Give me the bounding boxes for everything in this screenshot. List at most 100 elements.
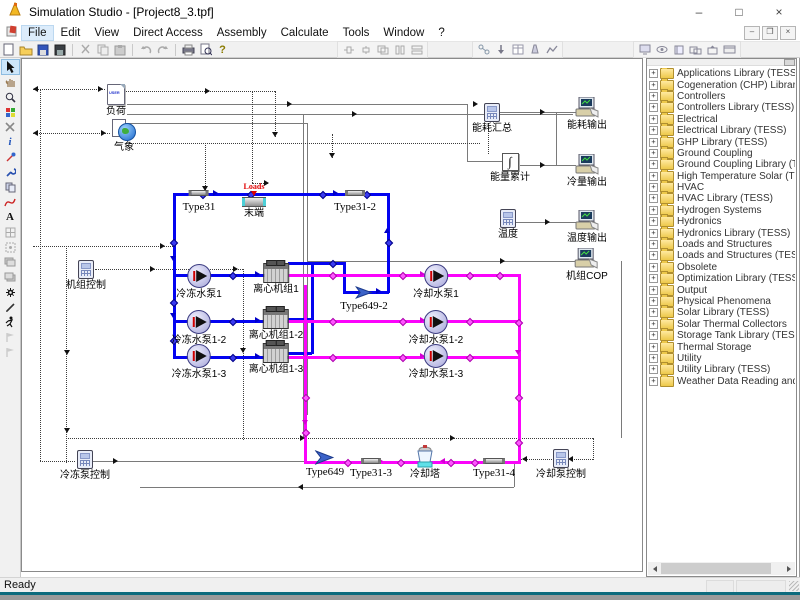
expand-icon[interactable]: +: [649, 320, 658, 329]
component-chiller-1[interactable]: 离心机组1: [253, 263, 299, 295]
scroll-right-button[interactable]: [782, 562, 795, 575]
expand-icon[interactable]: +: [649, 103, 658, 112]
component-energy-summary[interactable]: 能耗汇总: [472, 103, 512, 134]
tree-item[interactable]: +High Temperature Solar (TESS): [649, 171, 795, 182]
component-energy-output[interactable]: 能耗输出: [567, 97, 607, 131]
expand-icon[interactable]: +: [649, 92, 658, 101]
expand-icon[interactable]: +: [649, 286, 658, 295]
tree-item-label: Solar Library (TESS): [677, 307, 769, 318]
tree-item[interactable]: +Thermal Storage: [649, 341, 795, 352]
connection-node: [515, 394, 523, 402]
tree-item[interactable]: +Storage Tank Library (TESS): [649, 330, 795, 341]
diverter-icon: [315, 449, 335, 466]
expand-icon[interactable]: +: [649, 115, 658, 124]
tree-item[interactable]: +Controllers: [649, 91, 795, 102]
tree-item[interactable]: +Loads and Structures (TESS): [649, 250, 795, 261]
tree-item[interactable]: +HVAC: [649, 182, 795, 193]
tree-item[interactable]: +Hydronics: [649, 216, 795, 227]
expand-icon[interactable]: +: [649, 138, 658, 147]
component-terminal-unit[interactable]: Loads 末端: [242, 183, 266, 219]
component-label: 机组COP: [566, 271, 608, 282]
tree-item[interactable]: +Cogeneration (CHP) Library (TESS): [649, 79, 795, 90]
signal-wire: [33, 246, 173, 247]
tree-item[interactable]: +Controllers Library (TESS): [649, 102, 795, 113]
expand-icon[interactable]: +: [649, 377, 658, 386]
tree-item[interactable]: +Loads and Structures: [649, 239, 795, 250]
tree-item[interactable]: +Ground Coupling: [649, 148, 795, 159]
component-label: 冷量输出: [567, 177, 607, 188]
tree-item[interactable]: +Utility Library (TESS): [649, 364, 795, 375]
expand-icon[interactable]: +: [649, 251, 658, 260]
component-temperature-output[interactable]: 温度输出: [567, 210, 607, 244]
tree-item[interactable]: +Weather Data Reading and Process: [649, 376, 795, 387]
expand-icon[interactable]: +: [649, 206, 658, 215]
scroll-left-button[interactable]: [648, 562, 661, 575]
component-chiller-2[interactable]: 离心机组1-2: [249, 309, 303, 341]
tree-item[interactable]: +Solar Thermal Collectors: [649, 319, 795, 330]
tree-item[interactable]: +Utility: [649, 353, 795, 364]
component-cooling-output[interactable]: 冷量输出: [567, 154, 607, 188]
expand-icon[interactable]: +: [649, 69, 658, 78]
expand-icon[interactable]: +: [649, 308, 658, 317]
expand-icon[interactable]: +: [649, 263, 658, 272]
tree-item[interactable]: +Hydrogen Systems: [649, 205, 795, 216]
tree-item[interactable]: +Physical Phenomena: [649, 296, 795, 307]
component-cw-pump-3[interactable]: 冷却水泵1-3: [409, 344, 463, 380]
expand-icon[interactable]: +: [649, 297, 658, 306]
component-pipe-type31-2[interactable]: Type31-2: [334, 190, 376, 213]
expand-icon[interactable]: +: [649, 183, 658, 192]
expand-icon[interactable]: +: [649, 354, 658, 363]
component-pipe-type31-3[interactable]: Type31-3: [350, 458, 392, 479]
expand-icon[interactable]: +: [649, 217, 658, 226]
component-diverter-type649[interactable]: Type649: [306, 449, 344, 478]
component-diverter-type649-2[interactable]: Type649-2: [340, 285, 388, 312]
component-energy-accumulator[interactable]: ∫ 能量累计: [490, 153, 530, 183]
component-cw-pump-control[interactable]: 冷却泵控制: [536, 449, 586, 480]
component-pipe-type31[interactable]: Type31: [183, 190, 216, 213]
tree-item[interactable]: +Optimization Library (TESS): [649, 273, 795, 284]
component-unit-cop-output[interactable]: 机组COP: [566, 248, 608, 282]
expand-icon[interactable]: +: [649, 194, 658, 203]
component-chw-pump-control[interactable]: 冷冻泵控制: [60, 450, 110, 481]
tree-horizontal-scrollbar[interactable]: [648, 562, 795, 575]
component-cw-pump-1[interactable]: 冷却水泵1: [413, 264, 459, 300]
expand-icon[interactable]: +: [649, 126, 658, 135]
scrollbar-thumb[interactable]: [661, 563, 771, 574]
component-load-reader[interactable]: USER 负荷: [106, 84, 126, 117]
expand-icon[interactable]: +: [649, 331, 658, 340]
tree-item[interactable]: +Electrical Library (TESS): [649, 125, 795, 136]
tree-item[interactable]: +HVAC Library (TESS): [649, 193, 795, 204]
component-chw-pump-1[interactable]: 冷冻水泵1: [176, 264, 222, 300]
component-chw-pump-3[interactable]: 冷冻水泵1-3: [172, 344, 226, 380]
component-cw-pump-2[interactable]: 冷却水泵1-2: [409, 310, 463, 346]
tree-item[interactable]: +Electrical: [649, 114, 795, 125]
tree-item[interactable]: +GHP Library (TESS): [649, 136, 795, 147]
tree-item[interactable]: +Ground Coupling Library (TESS): [649, 159, 795, 170]
expand-icon[interactable]: +: [649, 229, 658, 238]
cooling-water-pipe: [518, 274, 521, 464]
component-unit-control[interactable]: 机组控制: [66, 260, 106, 291]
expand-icon[interactable]: +: [649, 81, 658, 90]
component-chw-pump-2[interactable]: 冷冻水泵1-2: [172, 310, 226, 346]
expand-icon[interactable]: +: [649, 149, 658, 158]
expand-icon[interactable]: +: [649, 365, 658, 374]
component-cooling-tower[interactable]: 冷却塔: [410, 444, 440, 480]
component-chiller-3[interactable]: 离心机组1-3: [249, 343, 303, 375]
component-weather-data[interactable]: 气象: [112, 119, 136, 153]
signal-wire: [33, 133, 110, 134]
tree-item[interactable]: +Output: [649, 284, 795, 295]
expand-icon[interactable]: +: [649, 343, 658, 352]
tree-panel-scroll-button[interactable]: [784, 59, 795, 66]
expand-icon[interactable]: +: [649, 172, 658, 181]
tree-item[interactable]: +Obsolete: [649, 262, 795, 273]
expand-icon[interactable]: +: [649, 274, 658, 283]
tree-item[interactable]: +Hydronics Library (TESS): [649, 227, 795, 238]
tree-item[interactable]: +Applications Library (TESS): [649, 68, 795, 79]
resize-grip[interactable]: [789, 581, 799, 591]
component-pipe-type31-4[interactable]: Type31-4: [473, 458, 515, 479]
tree-item[interactable]: + Solar Library (TESS): [649, 307, 795, 318]
expand-icon[interactable]: +: [649, 240, 658, 249]
wire-segment: [307, 261, 576, 262]
component-temperature[interactable]: 温度: [498, 209, 518, 240]
expand-icon[interactable]: +: [649, 160, 658, 169]
